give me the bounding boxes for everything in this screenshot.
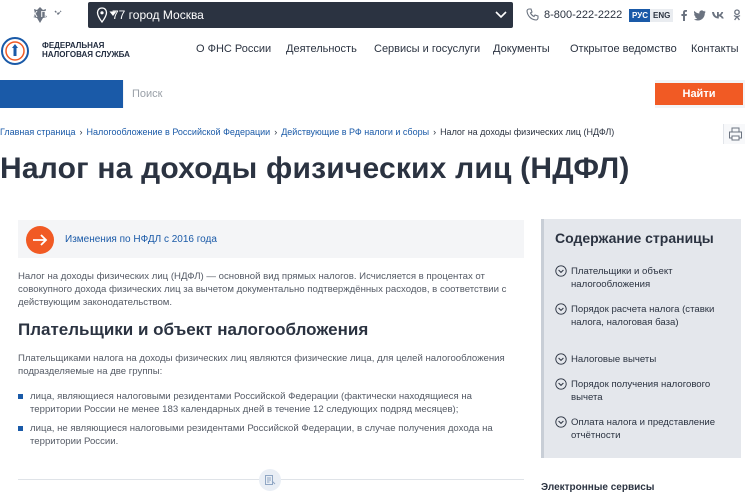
vk-icon[interactable] — [711, 9, 725, 21]
chevron-circle-down-icon[interactable] — [555, 353, 567, 365]
list-item: лица, не являющиеся налоговыми резидента… — [30, 423, 493, 447]
chevron-circle-down-icon[interactable] — [555, 265, 567, 277]
breadcrumb-item[interactable]: Действующие в РФ налоги и сборы — [281, 127, 429, 137]
search-scope-label[interactable]: Поиск по сайту — [7, 8, 84, 20]
printer-icon — [729, 127, 742, 141]
notice-link[interactable]: Изменения по НФДЛ с 2016 года — [65, 234, 217, 245]
breadcrumb-current: Налог на доходы физических лиц (НДФЛ) — [440, 127, 615, 137]
region-label[interactable]: 77 город Москва — [112, 8, 204, 22]
chevron-circle-down-icon[interactable] — [555, 303, 567, 315]
section-title: Плательщики и объект налогообложения — [18, 320, 369, 339]
toc-item[interactable]: Порядок расчета налога (ставки налога, н… — [571, 303, 731, 329]
search-scope-select[interactable] — [0, 80, 123, 108]
section-intro: Плательщиками налога на доходы физически… — [18, 353, 505, 377]
logo-title[interactable]: ФЕДЕРАЛЬНАЯ НАЛОГОВАЯ СЛУЖБА — [42, 41, 132, 59]
search-button[interactable]: Найти — [655, 83, 743, 105]
chevron-down-icon[interactable] — [495, 10, 507, 20]
odnoklassniki-icon[interactable] — [731, 9, 743, 21]
toc-item[interactable]: Порядок получения налогового вычета — [571, 378, 731, 404]
facebook-icon[interactable] — [678, 9, 690, 21]
nav-documents[interactable]: Документы — [493, 43, 550, 55]
nav-activity[interactable]: Деятельность — [286, 43, 357, 55]
services-heading: Электронные сервисы — [541, 482, 655, 493]
breadcrumb: Главная страница › Налогообложение в Росси… — [0, 127, 614, 137]
nav-open-agency[interactable]: Открытое ведомство — [570, 43, 677, 55]
print-button[interactable] — [723, 124, 745, 144]
chevron-circle-down-icon[interactable] — [555, 378, 567, 390]
list-item: лица, являющиеся налоговыми резидентами … — [30, 391, 472, 415]
fns-logo-icon[interactable] — [0, 36, 30, 66]
twitter-icon[interactable] — [694, 9, 706, 21]
arrow-right-icon[interactable] — [32, 233, 48, 247]
lang-ru-button[interactable]: РУС — [629, 9, 651, 22]
intro-paragraph: Налог на доходы физических лиц (НДФЛ) — … — [18, 271, 507, 308]
breadcrumb-separator: › — [433, 127, 437, 137]
breadcrumb-item[interactable]: Налогообложение в Российской Федерации — [87, 127, 271, 137]
nav-services[interactable]: Сервисы и госуслуги — [374, 43, 480, 55]
lang-en-button[interactable]: ENG — [650, 9, 674, 22]
breadcrumb-separator: › — [79, 127, 83, 137]
chevron-down-icon[interactable] — [109, 11, 117, 17]
toc-item[interactable]: Плательщики и объект налогообложения — [571, 265, 731, 291]
bullet-marker — [18, 426, 23, 431]
logo-line-2: НАЛОГОВАЯ СЛУЖБА — [42, 50, 130, 59]
chevron-circle-down-icon[interactable] — [555, 416, 567, 428]
nav-contacts[interactable]: Контакты — [691, 43, 739, 55]
toc-title: Содержание страницы — [555, 230, 714, 246]
phone-icon — [526, 8, 539, 21]
phone-number[interactable]: 8-800-222-2222 — [544, 9, 622, 21]
page-title: Налог на доходы физических лиц (НДФЛ) — [0, 152, 630, 185]
nav-about[interactable]: О ФНС России — [196, 43, 271, 55]
breadcrumb-separator: › — [274, 127, 278, 137]
toc-item[interactable]: Налоговые вычеты — [571, 353, 731, 366]
toc-item[interactable]: Оплата налога и представление отчётности — [571, 416, 731, 442]
logo-line-1: ФЕДЕРАЛЬНАЯ — [42, 41, 105, 50]
document-icon[interactable] — [264, 474, 276, 486]
breadcrumb-item[interactable]: Главная страница — [0, 127, 76, 137]
search-input[interactable] — [124, 80, 655, 108]
location-pin-icon — [96, 7, 108, 23]
bullet-marker — [18, 394, 23, 399]
